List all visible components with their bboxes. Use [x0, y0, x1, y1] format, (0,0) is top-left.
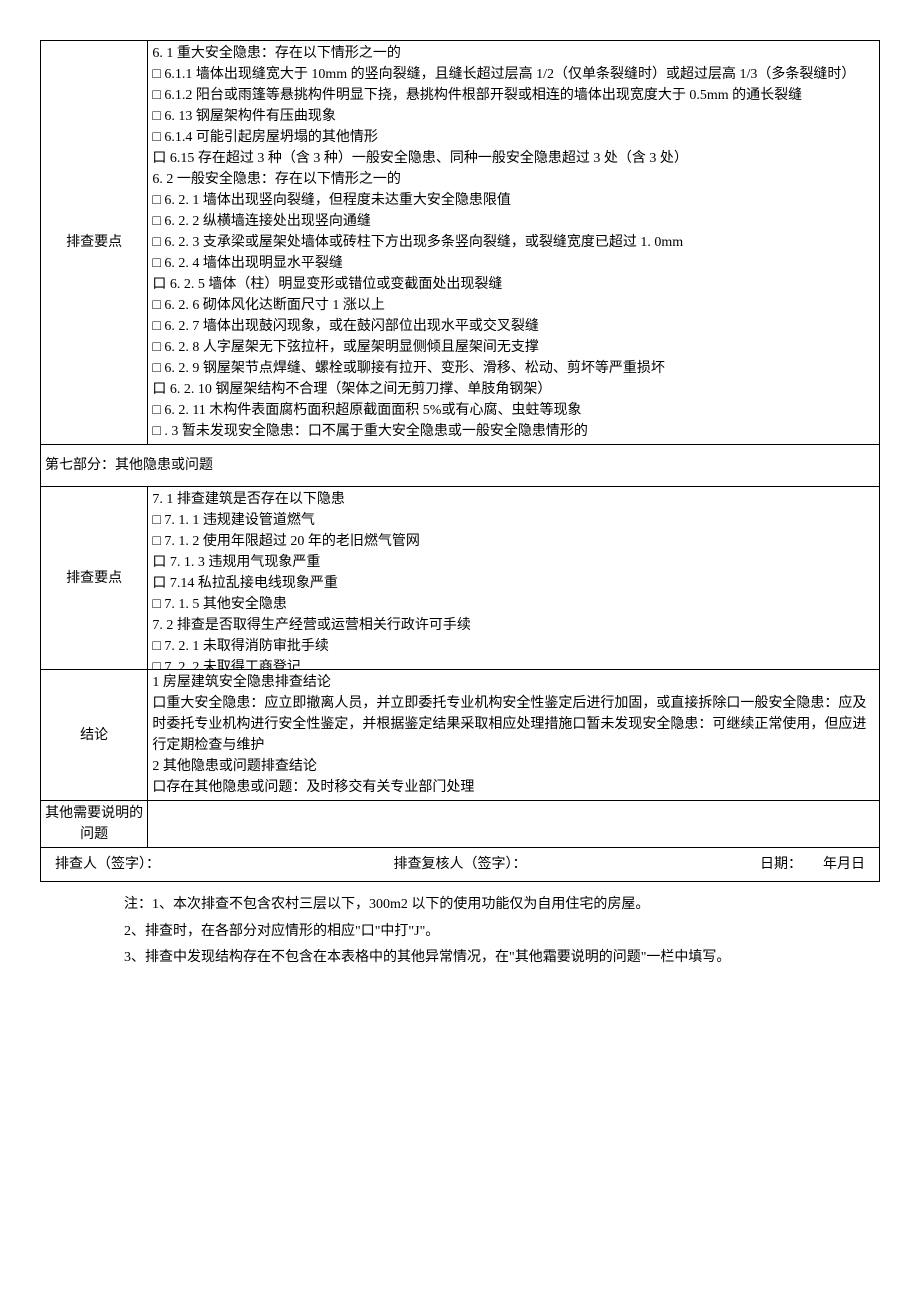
line: □ 6.1.1 墙体出现缝宽大于 10mm 的竖向裂缝，且缝长超过层高 1/2（…: [152, 64, 875, 85]
line: 6. 2 一般安全隐患：存在以下情形之一的: [152, 169, 875, 190]
row-section7-header: 第七部分：其他隐患或问题: [41, 445, 880, 487]
section7-header-cell: 第七部分：其他隐患或问题: [41, 445, 880, 487]
content-cell-other: [148, 801, 880, 848]
line: 口 6. 2. 5 墙体（柱）明显变形或错位或变截面处出现裂缝: [152, 274, 875, 295]
inspector-signature-label: 排查人（签字）：: [55, 854, 160, 875]
line: 7. 1 排查建筑是否存在以下隐患: [152, 489, 875, 510]
line: □ 7. 2. 1 未取得消防审批手续: [152, 636, 875, 657]
line: □ 6. 2. 3 支承梁或屋架处墙体或砖柱下方出现多条竖向裂缝，或裂缝宽度已超…: [152, 232, 875, 253]
content-cell-conclusion: 1 房屋建筑安全隐患排查结论 口重大安全隐患：应立即撤离人员，并立即委托专业机构…: [148, 670, 880, 801]
line: □ 6. 2. 6 砌体风化达断面尺寸 1 涨以上: [152, 295, 875, 316]
date-block: 日期： 年月日: [760, 854, 865, 875]
line: 口重大安全隐患：应立即撤离人员，并立即委托专业机构安全性鉴定后进行加固，或直接拆…: [152, 693, 875, 756]
line: 口 7.14 私拉乱接电线现象严重: [152, 573, 875, 594]
line: □ 6.1.2 阳台或雨篷等悬挑构件明显下挠，悬挑构件根部开裂或相连的墙体出现宽…: [152, 85, 875, 106]
content-cell-section7: 7. 1 排查建筑是否存在以下隐患 □ 7. 1. 1 违规建设管道燃气 □ 7…: [148, 487, 880, 670]
line: □ 7. 1. 5 其他安全隐患: [152, 594, 875, 615]
line: □ 6. 2. 1 墙体出现竖向裂缝，但程度未达重大安全隐患限值: [152, 190, 875, 211]
inspection-form-table: 排查要点 6. 1 重大安全隐患：存在以下情形之一的 □ 6.1.1 墙体出现缝…: [40, 40, 880, 882]
row-conclusion: 结论 1 房屋建筑安全隐患排查结论 口重大安全隐患：应立即撤离人员，并立即委托专…: [41, 670, 880, 801]
line: 6. 1 重大安全隐患：存在以下情形之一的: [152, 43, 875, 64]
footer-notes: 注：1、本次排查不包含农村三层以下，300m2 以下的使用功能仅为自用住宅的房屋…: [40, 892, 880, 972]
date-value: 年月日: [823, 857, 865, 872]
label-text: 排查要点: [66, 571, 122, 586]
note-3: 3、排查中发现结构存在不包含在本表格中的其他异常情况，在"其他霜要说明的问题"一…: [124, 945, 880, 972]
line: □ 6.1.4 可能引起房屋坍塌的其他情形: [152, 127, 875, 148]
line: 口存在其他隐患或问题：及时移交有关专业部门处理: [152, 777, 875, 798]
line: 1 房屋建筑安全隐患排查结论: [152, 672, 875, 693]
line: □ 6. 2. 8 人字屋架无下弦拉杆，或屋架明显侧倾且屋架间无支撑: [152, 337, 875, 358]
line: □ 6. 2. 7 墙体出现鼓闪现象，或在鼓闪部位出现水平或交叉裂缝: [152, 316, 875, 337]
line: □ 7. 2. 2 未取得工商登记: [152, 657, 875, 669]
date-label: 日期：: [760, 857, 802, 872]
row-signature: 排查人（签字）： 排查复核人（签字）： 日期： 年月日: [41, 848, 880, 882]
label-cell-other: 其他需要说明的问题: [41, 801, 148, 848]
line: 2 其他隐患或问题排查结论: [152, 756, 875, 777]
section7-title: 第七部分：其他隐患或问题: [45, 458, 213, 473]
line: □ 7. 1. 2 使用年限超过 20 年的老旧燃气管网: [152, 531, 875, 552]
label-cell-conclusion: 结论: [41, 670, 148, 801]
line: 7. 2 排查是否取得生产经营或运营相关行政许可手续: [152, 615, 875, 636]
line: 口 6. 2. 10 钢屋架结构不合理（架体之间无剪刀撑、单肢角钢架）: [152, 379, 875, 400]
line: □ . 3 暂未发现安全隐患：口不属于重大安全隐患或一般安全隐患情形的: [152, 421, 875, 442]
reviewer-signature-label: 排查复核人（签字）：: [394, 854, 527, 875]
row-section6-points: 排查要点 6. 1 重大安全隐患：存在以下情形之一的 □ 6.1.1 墙体出现缝…: [41, 41, 880, 445]
line: □ 7. 1. 1 违规建设管道燃气: [152, 510, 875, 531]
label-text: 结论: [80, 728, 108, 743]
line: □ 6. 2. 9 钢屋架节点焊缝、螺栓或聊接有拉开、变形、滑移、松动、剪坏等严…: [152, 358, 875, 379]
line: 口 7. 1. 3 违规用气现象严重: [152, 552, 875, 573]
line: □ 6. 13 钢屋架构件有压曲现象: [152, 106, 875, 127]
label-cell-section6: 排查要点: [41, 41, 148, 445]
row-section7-points: 排查要点 7. 1 排查建筑是否存在以下隐患 □ 7. 1. 1 违规建设管道燃…: [41, 487, 880, 670]
line: □ 6. 2. 2 纵横墙连接处出现竖向通缝: [152, 211, 875, 232]
label-text: 排查要点: [66, 235, 122, 250]
line: 口 6.15 存在超过 3 种（含 3 种）一般安全隐患、同种一般安全隐患超过 …: [152, 148, 875, 169]
content-cell-section6: 6. 1 重大安全隐患：存在以下情形之一的 □ 6.1.1 墙体出现缝宽大于 1…: [148, 41, 880, 445]
note-2: 2、排查时，在各部分对应情形的相应"口"中打"J"。: [124, 919, 880, 946]
note-1: 注：1、本次排查不包含农村三层以下，300m2 以下的使用功能仅为自用住宅的房屋…: [124, 892, 880, 919]
clipped-container: 7. 1 排查建筑是否存在以下隐患 □ 7. 1. 1 违规建设管道燃气 □ 7…: [152, 489, 875, 669]
line: □ 6. 2. 11 木构件表面腐朽面积超原截面面积 5%或有心腐、虫蛀等现象: [152, 400, 875, 421]
label-text: 其他需要说明的问题: [45, 806, 143, 842]
label-cell-section7: 排查要点: [41, 487, 148, 670]
row-other-notes: 其他需要说明的问题: [41, 801, 880, 848]
signature-cell: 排查人（签字）： 排查复核人（签字）： 日期： 年月日: [41, 848, 880, 882]
line: □ 6. 2. 4 墙体出现明显水平裂缝: [152, 253, 875, 274]
